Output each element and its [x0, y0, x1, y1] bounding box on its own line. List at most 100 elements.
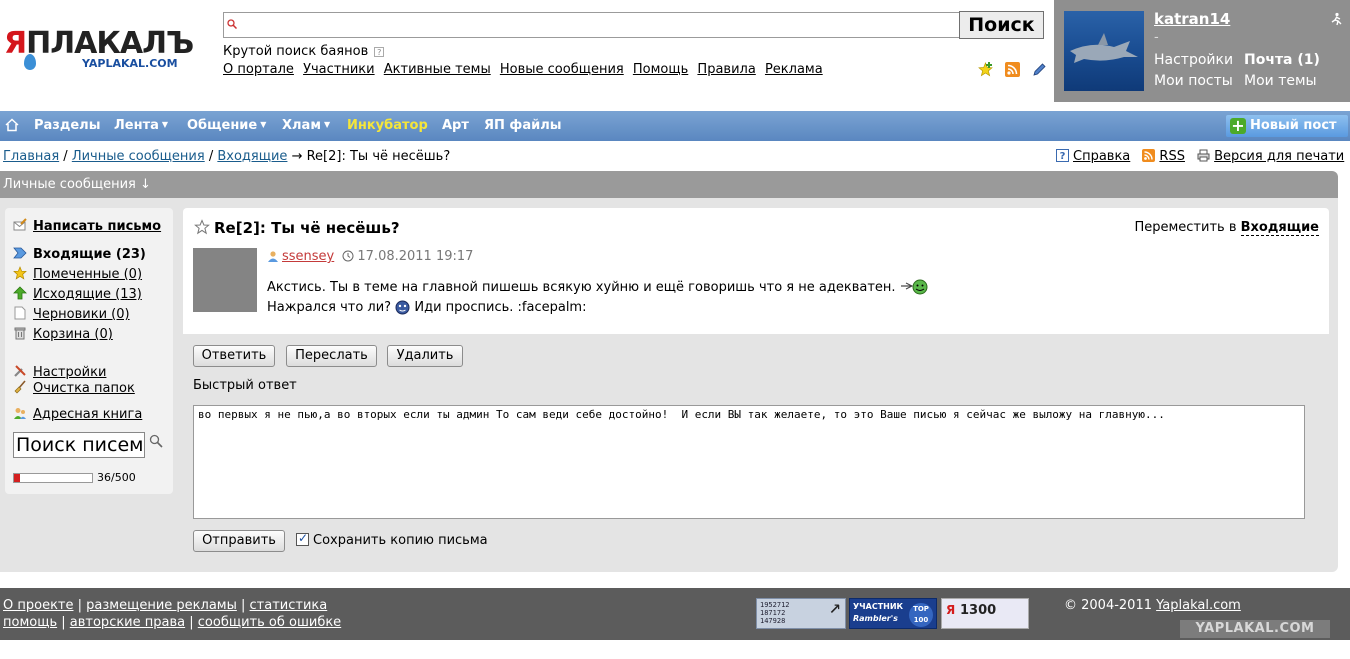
- page-tools: ? Справка RSS Версия для печати: [1056, 149, 1344, 164]
- username-link[interactable]: katran14: [1154, 10, 1230, 28]
- menu-social[interactable]: Общение ▼: [187, 118, 266, 133]
- message-date: 17.08.2011 19:17: [357, 249, 474, 264]
- rss-icon[interactable]: [1005, 62, 1021, 77]
- top-nav: О портале Участники Активные темы Новые …: [223, 62, 828, 77]
- sidebar-item-trash[interactable]: Корзина (0): [13, 326, 113, 342]
- star-add-icon[interactable]: [978, 62, 993, 77]
- mail-search-input[interactable]: Поиск писем: [13, 432, 145, 458]
- menu-feed[interactable]: Лента ▼: [114, 118, 168, 133]
- main-menu: Разделы Лента ▼ Общение ▼ Хлам ▼ Инкубатор …: [0, 111, 1350, 141]
- author-avatar[interactable]: [193, 248, 257, 312]
- svg-text:?: ?: [1060, 151, 1066, 162]
- breadcrumb: Главная / Личные сообщения / Входящие → …: [3, 149, 451, 164]
- footer-report[interactable]: сообщить об ошибке: [198, 615, 341, 630]
- contacts-icon: [14, 408, 26, 419]
- delete-button[interactable]: Удалить: [387, 345, 463, 367]
- send-button[interactable]: Отправить: [193, 530, 285, 552]
- section-title[interactable]: Личные сообщения ↓: [3, 177, 151, 192]
- new-post-button[interactable]: + Новый пост: [1226, 115, 1348, 137]
- move-target-dropdown[interactable]: Входящие: [1240, 220, 1319, 236]
- header: ЯПЛАКАЛЪ YAPLAKAL.COM Поиск Крутой поиск…: [0, 0, 1350, 110]
- site-logo[interactable]: ЯПЛАКАЛЪ YAPLAKAL.COM: [4, 26, 204, 76]
- search-icon: [227, 19, 237, 29]
- chevron-down-icon: ▼: [323, 120, 331, 129]
- user-settings-link[interactable]: Настройки: [1154, 52, 1233, 68]
- nav-rules[interactable]: Правила: [697, 62, 755, 77]
- quota-text: 36/500: [97, 471, 136, 484]
- breadcrumb-pm[interactable]: Личные сообщения: [72, 149, 205, 164]
- message-meta: ssensey 17.08.2011 19:17: [267, 249, 473, 264]
- sidebar-item-marked[interactable]: Помеченные (0): [13, 266, 142, 282]
- menu-incubator[interactable]: Инкубатор: [347, 118, 428, 133]
- move-to: Переместить в Входящие: [1134, 220, 1319, 236]
- quota-progress: [13, 473, 93, 483]
- yandex-counter[interactable]: Я 1300: [941, 598, 1029, 629]
- home-icon[interactable]: [5, 118, 19, 132]
- section-header: Личные сообщения ↓: [0, 171, 1338, 198]
- pencil-icon[interactable]: [1032, 62, 1047, 77]
- rambler-counter[interactable]: УЧАСТНИК Rambler's TOP 100: [849, 598, 937, 629]
- nav-members[interactable]: Участники: [303, 62, 375, 77]
- new-post-label: Новый пост: [1250, 118, 1337, 133]
- user-posts-link[interactable]: Мои посты: [1154, 73, 1233, 89]
- quota-progress-fill: [14, 474, 20, 482]
- menu-files[interactable]: ЯП файлы: [484, 118, 561, 133]
- help-icon: ?: [1056, 149, 1069, 162]
- liveinternet-counter[interactable]: 1952712 187172 147928 ↗: [756, 596, 846, 629]
- star-icon: [13, 266, 27, 280]
- footer-copyright[interactable]: авторские права: [70, 615, 185, 630]
- breadcrumb-inbox[interactable]: Входящие: [217, 149, 287, 164]
- rss-link[interactable]: RSS: [1159, 149, 1185, 164]
- menu-art[interactable]: Арт: [442, 118, 469, 133]
- footer-about[interactable]: О проекте: [3, 598, 74, 613]
- user-topics-link[interactable]: Мои темы: [1244, 73, 1317, 89]
- sidebar-item-addressbook[interactable]: Адресная книга: [13, 406, 142, 422]
- nav-ads[interactable]: Реклама: [765, 62, 823, 77]
- menu-sections[interactable]: Разделы: [34, 118, 100, 133]
- star-outline-icon[interactable]: [194, 219, 210, 235]
- footer: О проекте | размещение рекламы | статист…: [0, 588, 1350, 640]
- user-mail-link[interactable]: Почта (1): [1244, 52, 1320, 68]
- chevron-down-icon: ▼: [161, 120, 169, 129]
- user-panel: katran14 - Настройки Почта (1) Мои посты…: [1054, 0, 1350, 102]
- nav-active-topics[interactable]: Активные темы: [384, 62, 491, 77]
- user-icon: [268, 251, 278, 262]
- nav-new-messages[interactable]: Новые сообщения: [500, 62, 624, 77]
- reply-button[interactable]: Ответить: [193, 345, 275, 367]
- drop-icon: [24, 54, 36, 70]
- author-link[interactable]: ssensey: [282, 249, 334, 264]
- sidebar-item-drafts[interactable]: Черновики (0): [13, 306, 130, 322]
- sidebar-item-outbox[interactable]: Исходящие (13): [13, 286, 142, 302]
- quick-reply-textarea[interactable]: во первых я не пью,а во вторых если ты а…: [193, 405, 1305, 519]
- footer-logo: YAPLAKAL.COM: [1180, 620, 1330, 638]
- logo-subtext: YAPLAKAL.COM: [82, 57, 178, 70]
- menu-junk[interactable]: Хлам ▼: [282, 118, 330, 133]
- nav-help[interactable]: Помощь: [633, 62, 688, 77]
- printer-icon: [1197, 149, 1210, 162]
- site-link[interactable]: Yaplakal.com: [1156, 598, 1241, 613]
- forward-button[interactable]: Переслать: [286, 345, 377, 367]
- search-icon[interactable]: [149, 434, 163, 448]
- print-link[interactable]: Версия для печати: [1214, 149, 1344, 164]
- logo-letter: Я: [4, 26, 27, 61]
- user-avatar[interactable]: [1064, 11, 1144, 91]
- sidebar-item-cleanup[interactable]: Очистка папок: [13, 380, 135, 396]
- help-link[interactable]: Справка: [1073, 149, 1130, 164]
- footer-ads[interactable]: размещение рекламы: [86, 598, 237, 613]
- plus-icon: +: [1230, 116, 1246, 135]
- search-input[interactable]: [223, 12, 971, 38]
- nav-about[interactable]: О портале: [223, 62, 294, 77]
- logout-icon[interactable]: [1329, 12, 1343, 26]
- help-icon[interactable]: ?: [374, 46, 385, 57]
- smiley-icon: [395, 300, 410, 315]
- save-copy-checkbox[interactable]: Сохранить копию письма: [296, 531, 488, 548]
- sidebar-item-inbox[interactable]: Входящие (23): [13, 246, 146, 262]
- logo-text: ПЛАКАЛЪ: [26, 26, 194, 61]
- rss-icon: [1142, 149, 1156, 162]
- footer-stats[interactable]: статистика: [250, 598, 328, 613]
- search-button[interactable]: Поиск: [959, 11, 1044, 39]
- footer-help[interactable]: помощь: [3, 615, 57, 630]
- sidebar-item-settings[interactable]: Настройки: [13, 364, 106, 380]
- breadcrumb-home[interactable]: Главная: [3, 149, 59, 164]
- sidebar-item-compose[interactable]: Написать письмо: [13, 218, 161, 234]
